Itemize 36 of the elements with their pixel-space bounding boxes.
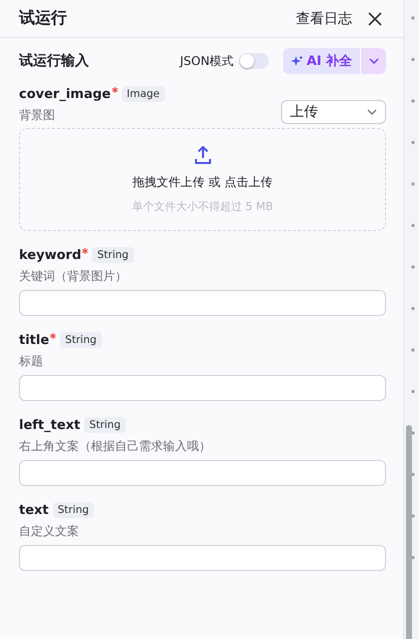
- section-title: 试运行输入: [19, 52, 89, 70]
- type-tag: String: [60, 332, 102, 348]
- ai-complete-button[interactable]: AI 补全: [282, 48, 360, 74]
- upload-instruction: 拖拽文件上传 或 点击上传: [132, 174, 272, 190]
- sparkle-icon: [290, 55, 303, 67]
- upload-area[interactable]: 拖拽文件上传 或 点击上传 单个文件大小不得超过 5 MB: [19, 128, 386, 231]
- field-name: keyword: [19, 248, 82, 262]
- field-name: left_text: [19, 418, 80, 432]
- chevron-down-icon: [368, 58, 378, 64]
- field-description: 自定义文案: [19, 523, 80, 540]
- field-description: 右上角文案（根据自己需求输入哦）: [19, 438, 211, 455]
- input-field[interactable]: [19, 545, 386, 571]
- panel-title: 试运行: [19, 8, 67, 29]
- json-mode-label: JSON模式: [180, 52, 234, 70]
- dropdown-button[interactable]: [360, 48, 386, 74]
- type-tag: String: [84, 417, 126, 433]
- field-description: 关键词（背景图片）: [19, 268, 128, 285]
- close-button[interactable]: [366, 10, 384, 28]
- field-name: text: [19, 502, 49, 518]
- chevron-down-icon: [367, 109, 377, 115]
- field-name: title: [19, 332, 50, 348]
- field-description: 标题: [19, 353, 44, 370]
- field-description: 背景图: [19, 107, 56, 124]
- input-field[interactable]: [19, 290, 386, 316]
- upload-hint: 单个文件大小不得超过 5 MB: [132, 198, 274, 214]
- type-tag: Image: [122, 86, 165, 102]
- input-field[interactable]: [19, 375, 386, 401]
- log-link[interactable]: 查看日志: [296, 10, 352, 28]
- type-tag: String: [52, 502, 94, 518]
- field-name: cover_image: [19, 86, 111, 102]
- toggle-switch[interactable]: [238, 53, 269, 69]
- upload-icon: [194, 146, 210, 164]
- mode-select[interactable]: 上传: [281, 100, 386, 124]
- type-tag: String: [92, 247, 134, 263]
- input-field[interactable]: [19, 460, 386, 486]
- scrollbar[interactable]: [406, 425, 412, 639]
